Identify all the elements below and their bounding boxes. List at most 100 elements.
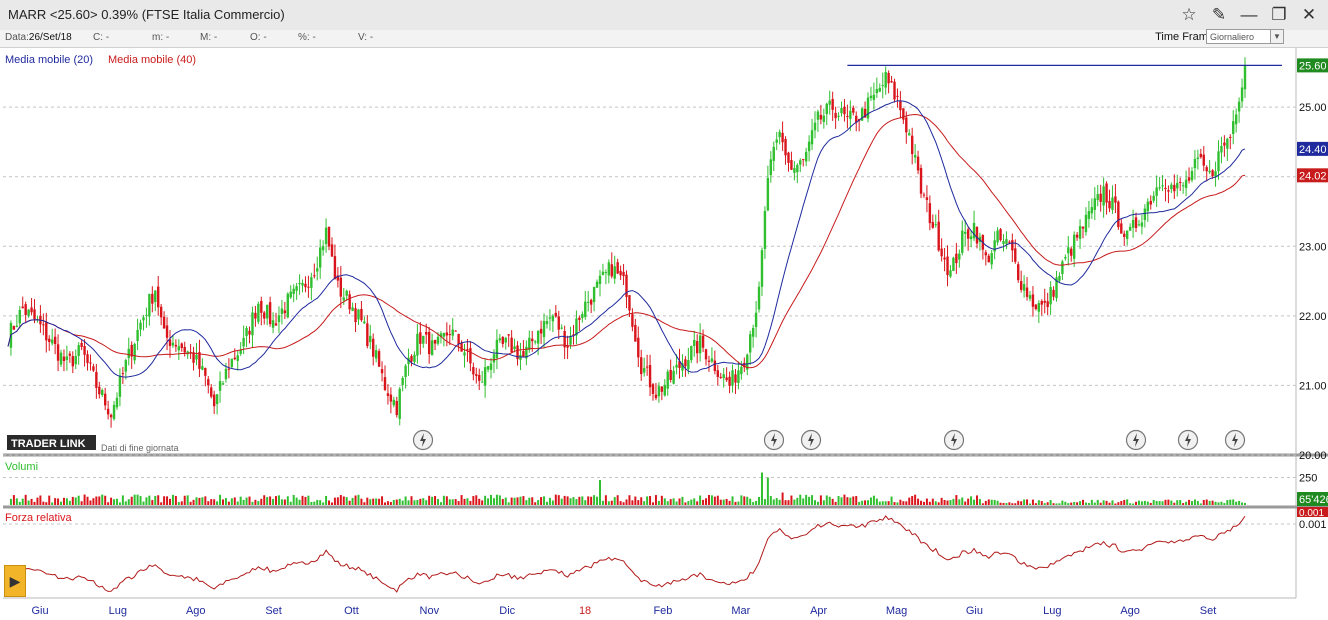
volume-bar [30, 498, 33, 505]
nav-arrow-button[interactable]: ▶ [4, 565, 26, 597]
event-flag-icon[interactable] [800, 429, 822, 451]
volume-bar [557, 495, 560, 505]
candle-body [425, 332, 428, 335]
volume-bar [540, 497, 543, 505]
candle-body [112, 404, 116, 420]
candle-body [987, 255, 990, 263]
volume-bar [728, 500, 731, 505]
candle-body [68, 353, 72, 356]
candle-body [1234, 114, 1238, 125]
volume-bar [831, 498, 834, 505]
candle-body [327, 226, 331, 247]
event-flag-icon[interactable] [763, 429, 785, 451]
candle-body [321, 246, 325, 251]
volume-bar [672, 498, 675, 505]
ma40-line [7, 113, 1246, 369]
volume-bar [846, 497, 849, 505]
stock-chart[interactable]: 250 65'426 0.0010.001 20.00 21.00 22.00 23.0… [0, 0, 1328, 620]
candle-body [274, 323, 278, 326]
candle-body [127, 348, 130, 359]
candle-body [389, 394, 393, 402]
volume-bar [224, 498, 227, 505]
volume-bar [168, 498, 171, 505]
candle-body [648, 364, 652, 388]
candle-body [242, 337, 245, 347]
volume-bar [448, 499, 451, 505]
candle-body [940, 248, 943, 257]
candle-body [672, 370, 675, 384]
candle-body [292, 288, 295, 294]
volume-bar [1179, 500, 1182, 505]
volume-bar [463, 498, 466, 505]
candle-body [925, 197, 929, 200]
candle-body [1243, 65, 1247, 90]
candle-body [928, 203, 932, 224]
volume-bar [993, 500, 996, 505]
volume-bar [1173, 502, 1176, 505]
relative-strength [7, 515, 1246, 593]
volume-bar [1188, 499, 1191, 505]
volume-bar [245, 497, 248, 505]
candle-body [410, 356, 413, 362]
candle-body [1034, 304, 1038, 310]
volume-bar [186, 495, 189, 505]
volume-bar [593, 495, 596, 505]
candle-body [522, 351, 525, 357]
candle-body [958, 253, 961, 260]
candle-body [1167, 190, 1170, 192]
candle-body [248, 330, 251, 335]
candle-body [760, 250, 764, 287]
volume-bar [92, 498, 95, 505]
event-icons[interactable] [412, 429, 1246, 451]
candle-body [101, 389, 104, 396]
volume-bar [316, 499, 319, 505]
volume-bar [1140, 501, 1143, 505]
time-tick-label: Set [1200, 605, 1217, 617]
candle-body [404, 365, 407, 377]
candle-body [1140, 222, 1144, 227]
candle-body [427, 331, 431, 355]
candle-body [869, 95, 873, 99]
volume-bar [769, 496, 772, 505]
volume-bar [943, 500, 946, 505]
candle-body [133, 343, 136, 361]
volume-bar [819, 495, 822, 505]
volume-bar [928, 501, 931, 505]
volume-bar [174, 495, 177, 505]
volume-bar [113, 499, 116, 505]
candle-body [613, 266, 616, 279]
candle-body [969, 236, 973, 240]
volume-bar [601, 500, 604, 505]
volume-bar [690, 499, 693, 505]
candle-body [651, 384, 655, 394]
volume-bar [280, 499, 283, 505]
candle-body [589, 299, 593, 305]
volume-bar [760, 472, 763, 505]
candle-body [1226, 138, 1229, 149]
candle-body [810, 130, 814, 145]
event-flag-icon[interactable] [1224, 429, 1246, 451]
volume-bar [766, 477, 769, 505]
volume-bar [864, 500, 867, 505]
candle-body [713, 360, 717, 371]
volume-bar [292, 494, 295, 505]
candle-body [313, 275, 316, 277]
volume-bar [1232, 499, 1235, 505]
volume-bar [342, 496, 345, 505]
candle-body [813, 122, 817, 131]
volume-bar [722, 499, 725, 505]
candle-body [380, 369, 384, 374]
candle-body [1237, 101, 1241, 112]
time-tick-label: Giu [31, 605, 48, 617]
event-flag-icon[interactable] [1125, 429, 1147, 451]
candle-body [48, 338, 51, 342]
event-flag-icon[interactable] [412, 429, 434, 451]
candle-body [919, 167, 923, 194]
event-flag-icon[interactable] [943, 429, 965, 451]
event-flag-icon[interactable] [1177, 429, 1199, 451]
volume-bar [590, 496, 593, 505]
candle-body [557, 316, 560, 330]
volume-bar [389, 501, 392, 505]
volume-bar [705, 498, 708, 505]
volume-bar [699, 495, 702, 505]
